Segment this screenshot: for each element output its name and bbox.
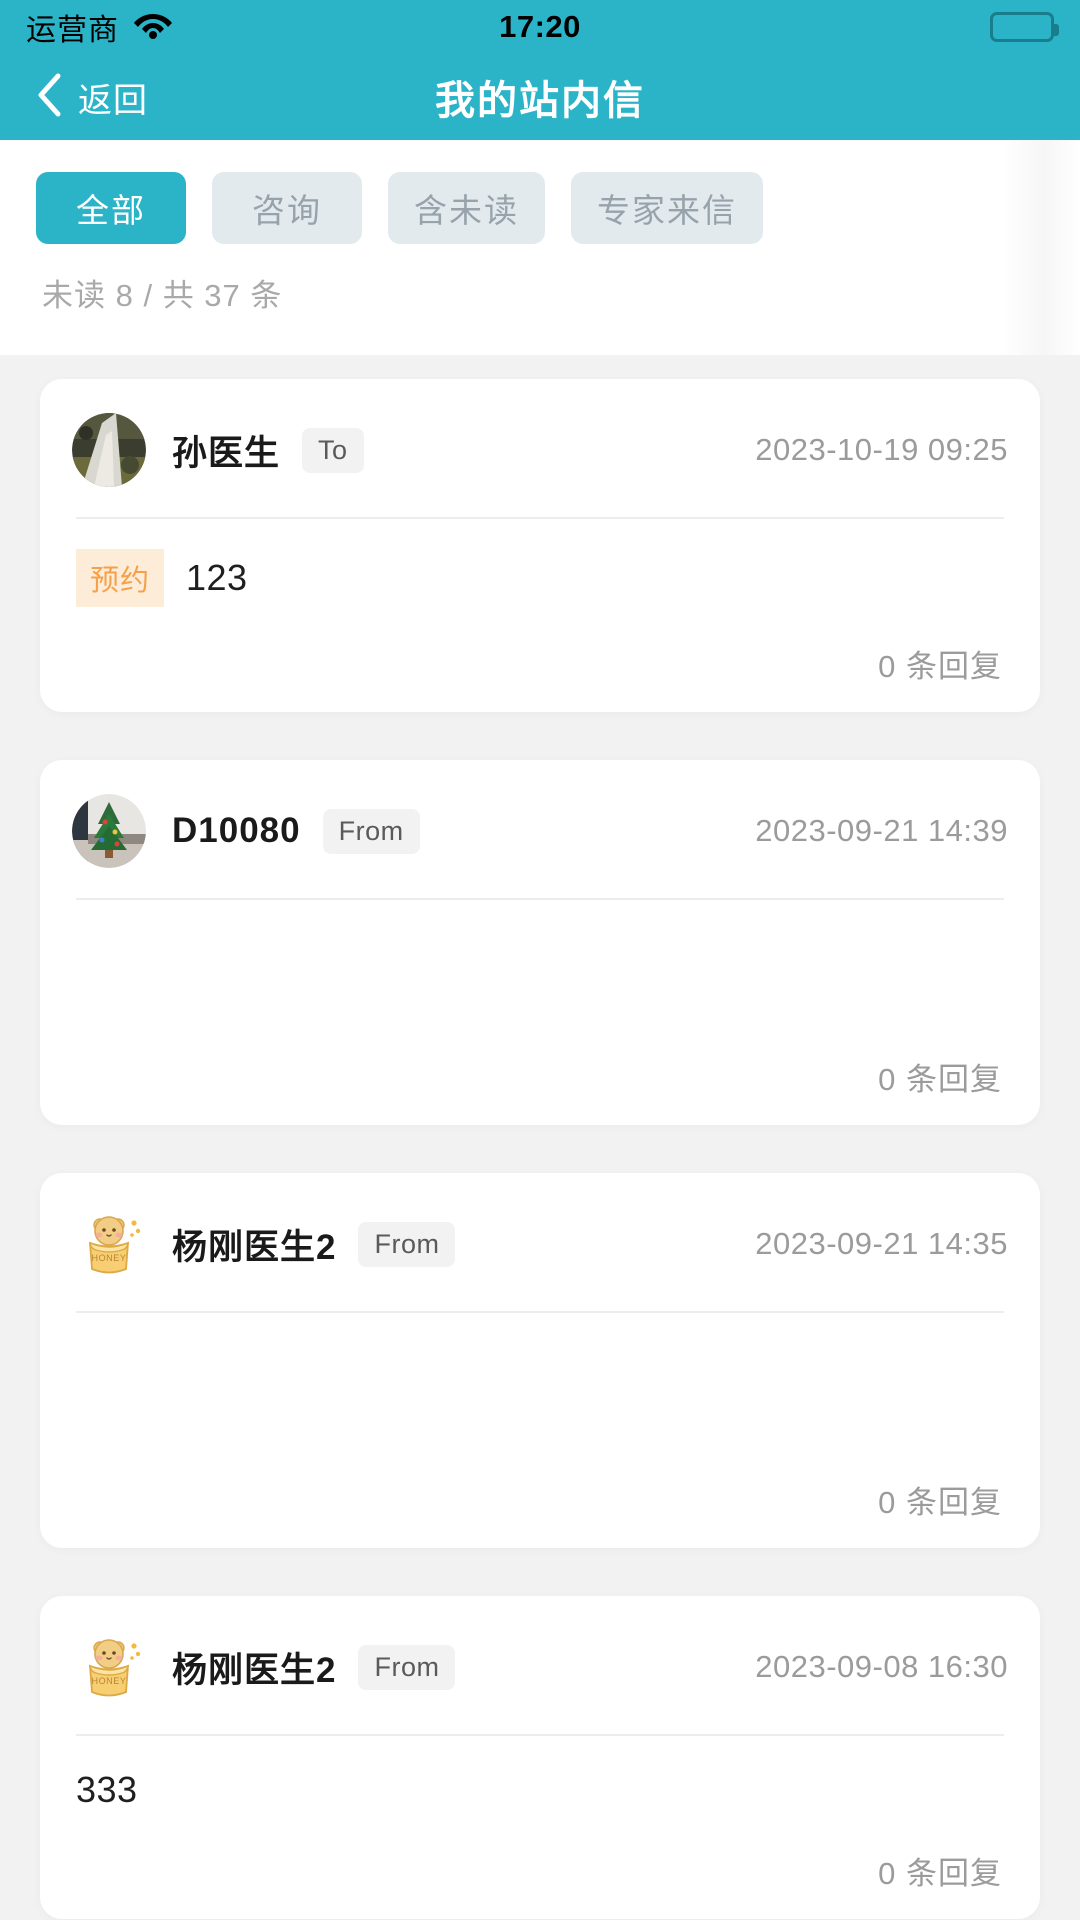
message-category-tag: 预约 xyxy=(76,549,165,607)
filter-chip-consult[interactable]: 咨询 xyxy=(212,172,362,244)
chevron-left-icon xyxy=(36,73,62,122)
avatar-photo-nature[interactable] xyxy=(72,413,146,487)
message-body: 预约 123 xyxy=(72,519,1008,607)
navigation-bar: 返回 我的站内信 xyxy=(0,54,1080,140)
message-sender-name: 孙医生 xyxy=(172,433,281,473)
svg-text:HONEY: HONEY xyxy=(91,1253,126,1263)
message-list: 孙医生 To 2023-10-19 09:25 预约 123 0 条回复 D10… xyxy=(0,355,1080,1919)
page-title: 我的站内信 xyxy=(435,79,645,123)
message-body-text: 123 xyxy=(186,557,248,598)
back-button-label: 返回 xyxy=(78,81,148,120)
filter-section: 全部 咨询 含未读 专家来信 未读 8 / 共 37 条 xyxy=(0,140,1080,355)
svg-text:HONEY: HONEY xyxy=(91,1676,126,1686)
message-header: D10080 From 2023-09-21 14:39 xyxy=(72,794,1008,868)
message-header: HONEY 杨刚医生2 From 2023-09-08 16:30 xyxy=(72,1630,1008,1704)
battery-full-icon xyxy=(990,12,1059,42)
carrier-label: 运营商 xyxy=(26,14,119,47)
message-timestamp: 2023-10-19 09:25 xyxy=(755,432,1008,467)
message-sender-name: 杨刚医生2 xyxy=(172,1650,337,1690)
avatar-bear-honey-jar[interactable]: HONEY xyxy=(72,1630,146,1704)
message-timestamp: 2023-09-08 16:30 xyxy=(755,1649,1008,1684)
message-reply-count: 0 条回复 xyxy=(878,1856,1002,1891)
filter-chip-expert-letter[interactable]: 专家来信 xyxy=(571,172,763,244)
wifi-icon xyxy=(133,10,173,45)
message-direction-badge: To xyxy=(302,427,364,473)
filter-chip-bar[interactable]: 全部 咨询 含未读 专家来信 xyxy=(0,140,1080,355)
message-reply-count: 0 条回复 xyxy=(878,649,1002,684)
filter-chip-unread[interactable]: 含未读 xyxy=(388,172,545,244)
filter-chip-all[interactable]: 全部 xyxy=(36,172,186,244)
status-bar-right xyxy=(990,12,1059,42)
message-timestamp: 2023-09-21 14:35 xyxy=(755,1226,1008,1261)
avatar-bear-honey-jar[interactable]: HONEY xyxy=(72,1207,146,1281)
message-count-summary: 未读 8 / 共 37 条 xyxy=(0,270,1080,355)
message-body-text: 333 xyxy=(76,1769,138,1810)
message-direction-badge: From xyxy=(358,1221,456,1267)
back-button[interactable]: 返回 xyxy=(0,73,148,122)
message-reply-count: 0 条回复 xyxy=(878,1062,1002,1097)
status-bar: 运营商 17:20 xyxy=(0,0,1080,54)
status-bar-left: 运营商 xyxy=(26,5,173,49)
message-direction-badge: From xyxy=(358,1644,456,1690)
message-body: 333 xyxy=(72,1736,1008,1814)
message-timestamp: 2023-09-21 14:39 xyxy=(755,813,1008,848)
message-header: 孙医生 To 2023-10-19 09:25 xyxy=(72,413,1008,487)
message-header: HONEY 杨刚医生2 From 2023-09-21 14:35 xyxy=(72,1207,1008,1281)
message-direction-badge: From xyxy=(322,808,420,854)
message-sender-name: D10080 xyxy=(172,811,301,850)
message-body xyxy=(72,1313,1008,1443)
message-sender-name: 杨刚医生2 xyxy=(172,1227,337,1267)
avatar-photo-christmas-tree[interactable] xyxy=(72,794,146,868)
message-card[interactable]: 孙医生 To 2023-10-19 09:25 预约 123 0 条回复 xyxy=(40,379,1040,712)
message-reply-count: 0 条回复 xyxy=(878,1485,1002,1520)
message-card[interactable]: D10080 From 2023-09-21 14:39 0 条回复 xyxy=(40,760,1040,1125)
message-body xyxy=(72,900,1008,1020)
message-card[interactable]: HONEY 杨刚医生2 From 2023-09-21 14:35 0 条回复 xyxy=(40,1173,1040,1548)
message-card[interactable]: HONEY 杨刚医生2 From 2023-09-08 16:30 333 0 … xyxy=(40,1596,1040,1919)
